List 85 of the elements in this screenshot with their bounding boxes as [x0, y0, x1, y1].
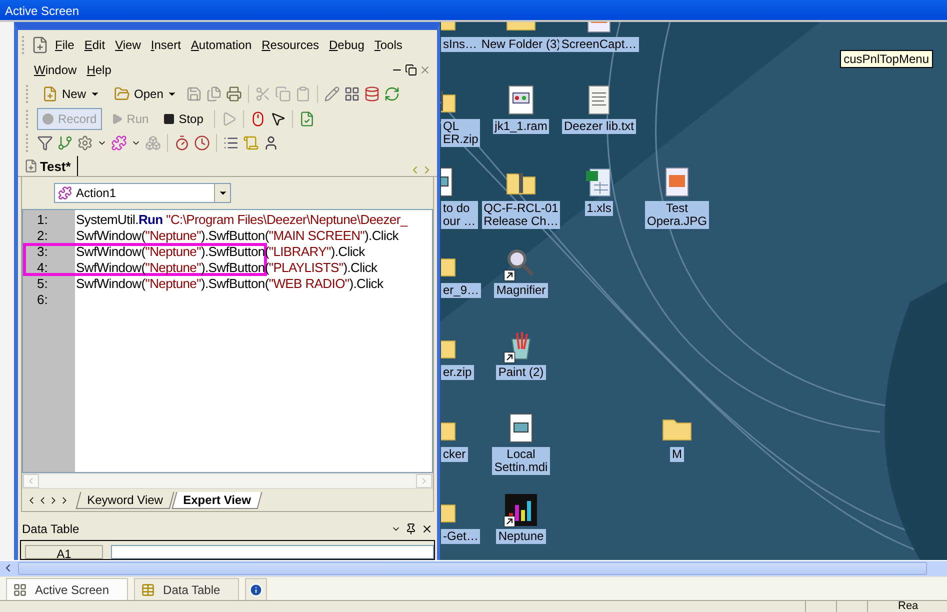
- person-icon[interactable]: [263, 135, 279, 152]
- code-line: SystemUtil.Run "C:\Program Files\Deezer\Neptune\Deezer_: [76, 212, 408, 228]
- formula-field[interactable]: [111, 545, 434, 559]
- document-icon: [24, 159, 38, 174]
- equalizer-icon[interactable]: [504, 493, 538, 527]
- line-number: 4:: [36, 260, 49, 276]
- timer-icon[interactable]: [174, 135, 190, 152]
- toolbar-button[interactable]: New: [37, 83, 106, 106]
- panel-tab[interactable]: Data Table: [134, 578, 240, 600]
- branch-icon[interactable]: [57, 135, 73, 152]
- grid-icon[interactable]: [344, 86, 360, 102]
- icon-label[interactable]: 1.xls: [584, 201, 614, 216]
- info-tab[interactable]: [245, 578, 268, 600]
- view-tab[interactable]: Keyword View: [76, 492, 174, 509]
- filter-icon[interactable]: [37, 135, 53, 152]
- restore-icon[interactable]: [405, 64, 417, 76]
- icon-label[interactable]: sIns…: [441, 37, 480, 52]
- clock-icon[interactable]: [194, 135, 210, 152]
- menu-item[interactable]: Help: [82, 60, 116, 78]
- scrollbar-thumb[interactable]: [18, 562, 927, 575]
- mouse-icon[interactable]: [250, 110, 266, 127]
- icon-label[interactable]: jk1_1.ram: [492, 119, 550, 134]
- new-file-icon: [42, 86, 58, 102]
- line-number: 6:: [36, 292, 49, 308]
- menu-item[interactable]: Tools: [370, 36, 406, 54]
- icon-label[interactable]: Neptune: [496, 529, 546, 544]
- tooltip: cusPnlTopMenu: [840, 50, 933, 68]
- icon-label[interactable]: er_9…: [441, 283, 482, 298]
- line-number: 5:: [36, 276, 49, 292]
- pointer-icon[interactable]: [270, 110, 286, 127]
- status-text: Rea: [898, 600, 918, 612]
- printer-icon[interactable]: [226, 86, 242, 102]
- code-editor[interactable]: [22, 209, 433, 474]
- refresh-icon[interactable]: [384, 86, 400, 102]
- icon-label[interactable]: Deezer lib.txt: [562, 119, 636, 134]
- checklist-icon[interactable]: [299, 110, 316, 127]
- icon-label[interactable]: to do our …: [441, 201, 478, 229]
- table-icon: [141, 582, 156, 596]
- icon-label[interactable]: er.zip: [441, 365, 474, 380]
- icon-label[interactable]: Local Settin.mdi: [492, 447, 550, 475]
- pin-icon[interactable]: [405, 523, 417, 536]
- cell-reference: A1: [25, 545, 103, 559]
- icon-label[interactable]: Test Opera.JPG: [644, 201, 710, 229]
- code-line: SwfWindow("Neptune").SwfButton("WEB RADIO").Click: [76, 276, 384, 292]
- code-line: SwfWindow("Neptune").SwfButton("MAIN SCREEN").Click: [76, 228, 400, 244]
- menu-item[interactable]: Window: [30, 60, 81, 78]
- menu-item[interactable]: Debug: [325, 36, 368, 54]
- menu-item[interactable]: Resources: [258, 36, 323, 54]
- line-number: 1:: [36, 212, 49, 228]
- close-icon[interactable]: [421, 523, 433, 536]
- screen-icon: [13, 582, 27, 596]
- toolbar-button[interactable]: Open: [109, 83, 182, 106]
- panel-title: Data Table: [22, 522, 80, 536]
- icon-label[interactable]: -Get…: [441, 529, 480, 544]
- puzzle-icon[interactable]: [111, 135, 127, 152]
- stop-icon: [162, 112, 175, 125]
- app-icon[interactable]: [31, 36, 49, 54]
- panel-tab[interactable]: Active Screen: [6, 578, 128, 600]
- menu-item[interactable]: Insert: [146, 36, 185, 54]
- menu-item[interactable]: Automation: [186, 36, 256, 54]
- list-icon[interactable]: [223, 135, 239, 152]
- toolbar-button[interactable]: Stop: [158, 108, 208, 130]
- cylinder-icon[interactable]: [364, 86, 380, 102]
- icon-label[interactable]: QL ER.zip: [441, 119, 480, 147]
- window-title: Active Screen: [0, 0, 947, 22]
- menu-item[interactable]: View: [111, 36, 145, 54]
- icon-label[interactable]: ScreenCapt…: [559, 37, 639, 52]
- icon-label[interactable]: Paint (2): [496, 365, 546, 380]
- puzzle-icon: [58, 186, 72, 200]
- icon-label[interactable]: QC-F-RCL-01 Release Ch…: [482, 201, 560, 229]
- view-tab[interactable]: Expert View: [172, 492, 262, 509]
- folder-icon: [114, 86, 130, 102]
- icon-label[interactable]: Magnifier: [494, 283, 548, 298]
- menu-item[interactable]: Edit: [80, 36, 110, 54]
- menu-item[interactable]: File: [51, 36, 78, 54]
- icon-label[interactable]: cker: [441, 447, 468, 462]
- action-dropdown[interactable]: Action1: [54, 183, 231, 204]
- play-icon: [110, 112, 123, 125]
- record-icon: [42, 112, 54, 125]
- edit-icon[interactable]: [324, 86, 340, 102]
- line-number: 2:: [36, 228, 49, 244]
- icon-label[interactable]: M: [670, 447, 684, 462]
- info-icon: [249, 582, 264, 596]
- settings-icon[interactable]: [77, 135, 93, 152]
- line-number: 3:: [36, 244, 49, 260]
